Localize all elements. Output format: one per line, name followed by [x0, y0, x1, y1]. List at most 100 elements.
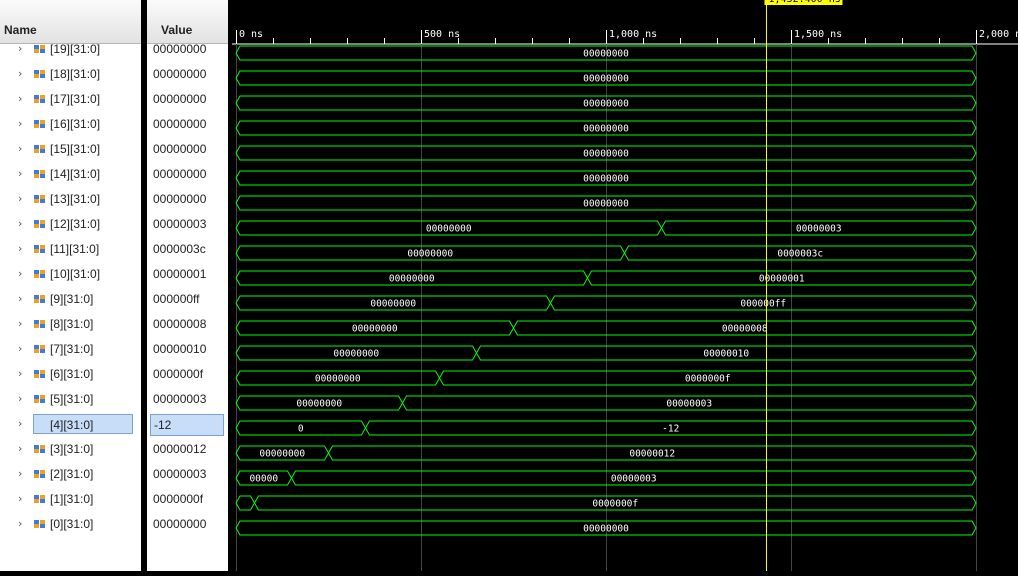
signal-value-row[interactable]: 00000000 [147, 138, 228, 163]
signal-value-row[interactable]: 0000003c [147, 238, 228, 263]
signal-value-row[interactable]: 00000000 [147, 38, 228, 63]
signal-value-row[interactable]: 000000ff [147, 288, 228, 313]
signal-row[interactable]: › [19][31:0] [0, 38, 141, 63]
signal-row[interactable]: › [10][31:0] [0, 263, 141, 288]
cursor-time-label: 1,432.400 ns [768, 0, 840, 5]
signal-name: [14][31:0] [50, 167, 101, 181]
bus-signal-icon [34, 120, 45, 128]
signal-row[interactable]: › [17][31:0] [0, 88, 141, 113]
signal-name: [17][31:0] [50, 92, 101, 106]
signal-row[interactable]: › [4][31:0] [0, 413, 141, 438]
signal-name: [0][31:0] [50, 517, 94, 531]
signal-row[interactable]: › [18][31:0] [0, 63, 141, 88]
signal-row[interactable]: › [15][31:0] [0, 138, 141, 163]
signal-row[interactable]: › [12][31:0] [0, 213, 141, 238]
bus-signal-icon [34, 45, 45, 53]
signal-value-row[interactable]: 0000000f [147, 363, 228, 388]
chevron-right-icon[interactable]: › [18, 317, 22, 330]
bus-value-label: 00000000 [259, 449, 305, 460]
signal-row[interactable]: › [11][31:0] [0, 238, 141, 263]
chevron-right-icon[interactable]: › [18, 467, 22, 480]
bus-value-label: 00000000 [583, 524, 629, 535]
waveform-pane[interactable]: 0 ns500 ns1,000 ns1,500 ns2,000 ns000000… [232, 0, 1018, 571]
bus-value-label: 00000000 [583, 49, 629, 60]
chevron-right-icon[interactable]: › [18, 92, 22, 105]
bus-value-label: 00000000 [583, 99, 629, 110]
signal-value-row[interactable]: -12 [147, 413, 228, 438]
signal-row[interactable]: › [7][31:0] [0, 338, 141, 363]
signal-row[interactable]: › [5][31:0] [0, 388, 141, 413]
signal-value-row[interactable]: 00000001 [147, 263, 228, 288]
signal-row[interactable]: › [1][31:0] [0, 488, 141, 513]
chevron-right-icon[interactable]: › [18, 42, 22, 55]
bus-signal-icon [34, 70, 45, 78]
signal-row[interactable]: › [0][31:0] [0, 513, 141, 538]
chevron-right-icon[interactable]: › [18, 117, 22, 130]
chevron-right-icon[interactable]: › [18, 192, 22, 205]
signal-name: [4][31:0] [33, 414, 133, 434]
chevron-right-icon[interactable]: › [18, 442, 22, 455]
chevron-right-icon[interactable]: › [18, 267, 22, 280]
signal-value-row[interactable]: 00000003 [147, 388, 228, 413]
chevron-right-icon[interactable]: › [18, 242, 22, 255]
signal-value-row[interactable]: 00000003 [147, 213, 228, 238]
bus-value-label: 0000000f [592, 499, 638, 510]
signal-value-row[interactable]: 00000000 [147, 113, 228, 138]
signal-value-row[interactable]: 00000000 [147, 63, 228, 88]
chevron-right-icon[interactable]: › [18, 217, 22, 230]
signal-value: 0000000f [153, 492, 204, 506]
signal-name: [7][31:0] [50, 342, 94, 356]
chevron-right-icon[interactable]: › [18, 492, 22, 505]
signal-value: 00000003 [153, 217, 207, 231]
signal-row[interactable]: › [13][31:0] [0, 188, 141, 213]
signal-name: [12][31:0] [50, 217, 101, 231]
bus-signal-icon [34, 145, 45, 153]
signal-row[interactable]: › [6][31:0] [0, 363, 141, 388]
signal-value: -12 [150, 414, 224, 436]
chevron-right-icon[interactable]: › [18, 517, 22, 530]
bus-signal-icon [34, 445, 45, 453]
signal-value-row[interactable]: 00000010 [147, 338, 228, 363]
signal-value: 00000000 [153, 142, 207, 156]
signal-value-row[interactable]: 00000000 [147, 188, 228, 213]
signal-value-row[interactable]: 00000003 [147, 463, 228, 488]
signal-name: [11][31:0] [50, 242, 100, 256]
chevron-right-icon[interactable]: › [18, 67, 22, 80]
signal-value: 00000000 [153, 117, 207, 131]
signal-row[interactable]: › [2][31:0] [0, 463, 141, 488]
signal-value: 00000003 [153, 392, 207, 406]
signal-row[interactable]: › [8][31:0] [0, 313, 141, 338]
bus-value-label: 00000003 [796, 224, 842, 235]
signal-value-row[interactable]: 00000000 [147, 513, 228, 538]
waveform-canvas[interactable]: 0 ns500 ns1,000 ns1,500 ns2,000 ns000000… [232, 0, 1018, 571]
signal-value-row[interactable]: 00000000 [147, 88, 228, 113]
bus-value-label: 0 [298, 424, 304, 435]
signal-value-row[interactable]: 00000012 [147, 438, 228, 463]
bus-value-label: 00000010 [703, 349, 749, 360]
chevron-right-icon[interactable]: › [18, 342, 22, 355]
signal-row[interactable]: › [16][31:0] [0, 113, 141, 138]
signal-value-row[interactable]: 00000000 [147, 163, 228, 188]
bus-value-label: 00000000 [583, 149, 629, 160]
bus-value-label: 00000000 [315, 374, 361, 385]
signal-value: 00000003 [153, 467, 207, 481]
chevron-right-icon[interactable]: › [18, 367, 22, 380]
signal-value-row[interactable]: 00000008 [147, 313, 228, 338]
signal-value: 00000012 [153, 442, 207, 456]
chevron-right-icon[interactable]: › [18, 392, 22, 405]
signal-row[interactable]: › [14][31:0] [0, 163, 141, 188]
chevron-right-icon[interactable]: › [18, 142, 22, 155]
chevron-right-icon[interactable]: › [18, 167, 22, 180]
signal-value: 00000010 [153, 342, 207, 356]
signal-row[interactable]: › [3][31:0] [0, 438, 141, 463]
signal-value: 00000000 [153, 92, 207, 106]
signal-name: [1][31:0] [50, 492, 94, 506]
signal-value: 0000000f [153, 367, 204, 381]
bus-value-label: 00000000 [583, 74, 629, 85]
chevron-right-icon[interactable]: › [18, 292, 22, 305]
signal-name: [10][31:0] [50, 267, 101, 281]
chevron-right-icon[interactable]: › [18, 417, 22, 430]
value-column-label: Value [161, 23, 193, 37]
signal-value-row[interactable]: 0000000f [147, 488, 228, 513]
signal-row[interactable]: › [9][31:0] [0, 288, 141, 313]
